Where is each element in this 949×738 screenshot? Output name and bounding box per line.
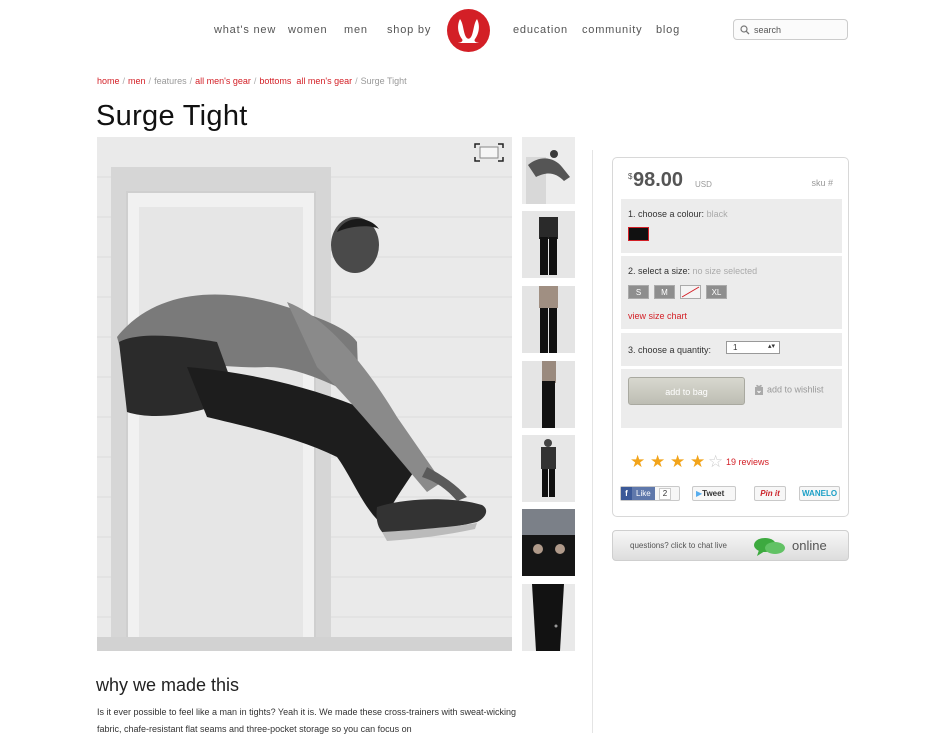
price-currency: USD	[695, 180, 712, 189]
add-to-bag-button[interactable]: add to bag	[628, 377, 745, 405]
main-product-image[interactable]	[97, 137, 512, 651]
thumbnail-leg-detail-image	[522, 584, 575, 651]
fullscreen-button[interactable]	[474, 143, 504, 162]
breadcrumb-all-mens-gear[interactable]: all men's gear	[195, 76, 251, 86]
size-label-text: 2. select a size:	[628, 266, 691, 276]
quantity-value: 1	[733, 343, 738, 352]
column-divider	[592, 150, 593, 733]
thumbnail-front-image	[522, 211, 575, 278]
tweet-label: Tweet	[702, 489, 725, 498]
why-we-made-this-heading: why we made this	[96, 675, 240, 695]
search-input[interactable]	[754, 22, 842, 37]
lululemon-logo[interactable]	[447, 9, 490, 52]
thumbnail-7[interactable]	[522, 584, 575, 651]
breadcrumb-separator: /	[148, 76, 152, 86]
colour-option: 1. choose a colour: black	[621, 199, 842, 253]
breadcrumb-features: features	[154, 76, 187, 86]
tweet-button[interactable]: ▶Tweet	[692, 486, 736, 501]
price-currency-symbol: $	[628, 172, 633, 181]
breadcrumb-separator: /	[253, 76, 257, 86]
quantity-select[interactable]: 1 ▴▾	[726, 341, 780, 354]
thumbnail-detail-image	[522, 509, 575, 576]
size-option: 2. select a size: no size selected S M X…	[621, 256, 842, 329]
thumbnail-side-image	[522, 361, 575, 428]
breadcrumb-current: Surge Tight	[360, 76, 407, 86]
colour-value: black	[706, 209, 728, 219]
quantity-label: 3. choose a quantity:	[628, 345, 712, 355]
star-full-icon: ★	[630, 452, 646, 471]
thumbnail-4[interactable]	[522, 361, 575, 428]
chat-bubbles-icon	[754, 538, 785, 556]
colour-label-text: 1. choose a colour:	[628, 209, 705, 219]
colour-swatch-black[interactable]	[628, 227, 649, 241]
search-box	[733, 19, 848, 40]
add-to-wishlist-link[interactable]: add to wishlist	[754, 384, 824, 396]
breadcrumb-separator: /	[189, 76, 193, 86]
thumbnail-full-body-image	[522, 435, 575, 502]
lululemon-logo-icon	[457, 19, 480, 43]
size-value: no size selected	[692, 266, 758, 276]
thumbnail-5[interactable]	[522, 435, 575, 502]
chat-status: online	[792, 538, 827, 553]
size-button-unavailable	[680, 285, 701, 299]
thumbnail-6[interactable]	[522, 509, 575, 576]
like-label: Like	[632, 487, 655, 500]
unavailable-slash-icon	[681, 286, 700, 298]
like-count: 2	[658, 488, 672, 500]
top-nav: what's new women men shop by education c…	[0, 0, 949, 60]
size-button-xl[interactable]: XL	[706, 285, 727, 299]
star-full-icon: ★	[690, 452, 706, 471]
athlete-jumping-photo	[97, 137, 512, 651]
nav-community[interactable]: community	[582, 24, 642, 36]
product-title: Surge Tight	[96, 100, 248, 132]
nav-shop-by[interactable]: shop by	[387, 24, 431, 36]
wanelo-button[interactable]: WANELO	[799, 486, 840, 501]
thumbnail-2[interactable]	[522, 211, 575, 278]
price-value: 98.00	[633, 169, 684, 191]
add-to-bag-section: add to bag add to wishlist	[621, 369, 842, 428]
nav-blog[interactable]: blog	[656, 24, 680, 36]
view-size-chart-link[interactable]: view size chart	[628, 311, 687, 321]
pinit-button[interactable]: Pin it	[754, 486, 786, 501]
size-label: 2. select a size: no size selected	[628, 266, 757, 276]
breadcrumb: home / men / features / all men's gear / bottoms…	[97, 76, 407, 86]
price-row: $ 98.00 USD sku #	[625, 169, 835, 194]
search-icon	[740, 25, 750, 35]
star-full-icon: ★	[650, 452, 666, 471]
star-full-icon: ★	[670, 452, 686, 471]
colour-label: 1. choose a colour: black	[628, 209, 728, 219]
facebook-icon: f	[621, 487, 632, 500]
nav-men[interactable]: men	[344, 24, 368, 36]
thumbnail-torso-image	[522, 286, 575, 353]
nav-whats-new[interactable]: what's new	[214, 24, 276, 36]
expand-icon	[474, 143, 504, 162]
sku-label: sku #	[811, 178, 833, 188]
breadcrumb-men[interactable]: men	[128, 76, 146, 86]
chat-question-label: questions? click to chat live	[630, 541, 727, 550]
facebook-like-button[interactable]: f Like 2	[620, 486, 680, 501]
nav-women[interactable]: women	[288, 24, 327, 36]
gift-tag-icon	[755, 384, 763, 395]
size-button-m[interactable]: M	[654, 285, 675, 299]
nav-education[interactable]: education	[513, 24, 568, 36]
thumbnail-jump-image	[522, 137, 575, 204]
quantity-option: 3. choose a quantity: 1 ▴▾	[621, 333, 842, 366]
size-button-s[interactable]: S	[628, 285, 649, 299]
breadcrumb-separator: /	[122, 76, 126, 86]
reviews-link[interactable]: 19 reviews	[726, 457, 769, 467]
wishlist-label: add to wishlist	[767, 384, 824, 395]
breadcrumb-separator: /	[355, 76, 358, 86]
chat-live-button[interactable]: questions? click to chat live online	[612, 530, 849, 561]
breadcrumb-home[interactable]: home	[97, 76, 120, 86]
thumbnail-3[interactable]	[522, 286, 575, 353]
thumbnail-1[interactable]	[522, 137, 575, 204]
breadcrumb-bottoms[interactable]: bottoms all men's gear	[259, 76, 352, 86]
select-arrows-icon: ▴▾	[767, 343, 775, 350]
star-empty-icon: ☆	[708, 452, 724, 471]
